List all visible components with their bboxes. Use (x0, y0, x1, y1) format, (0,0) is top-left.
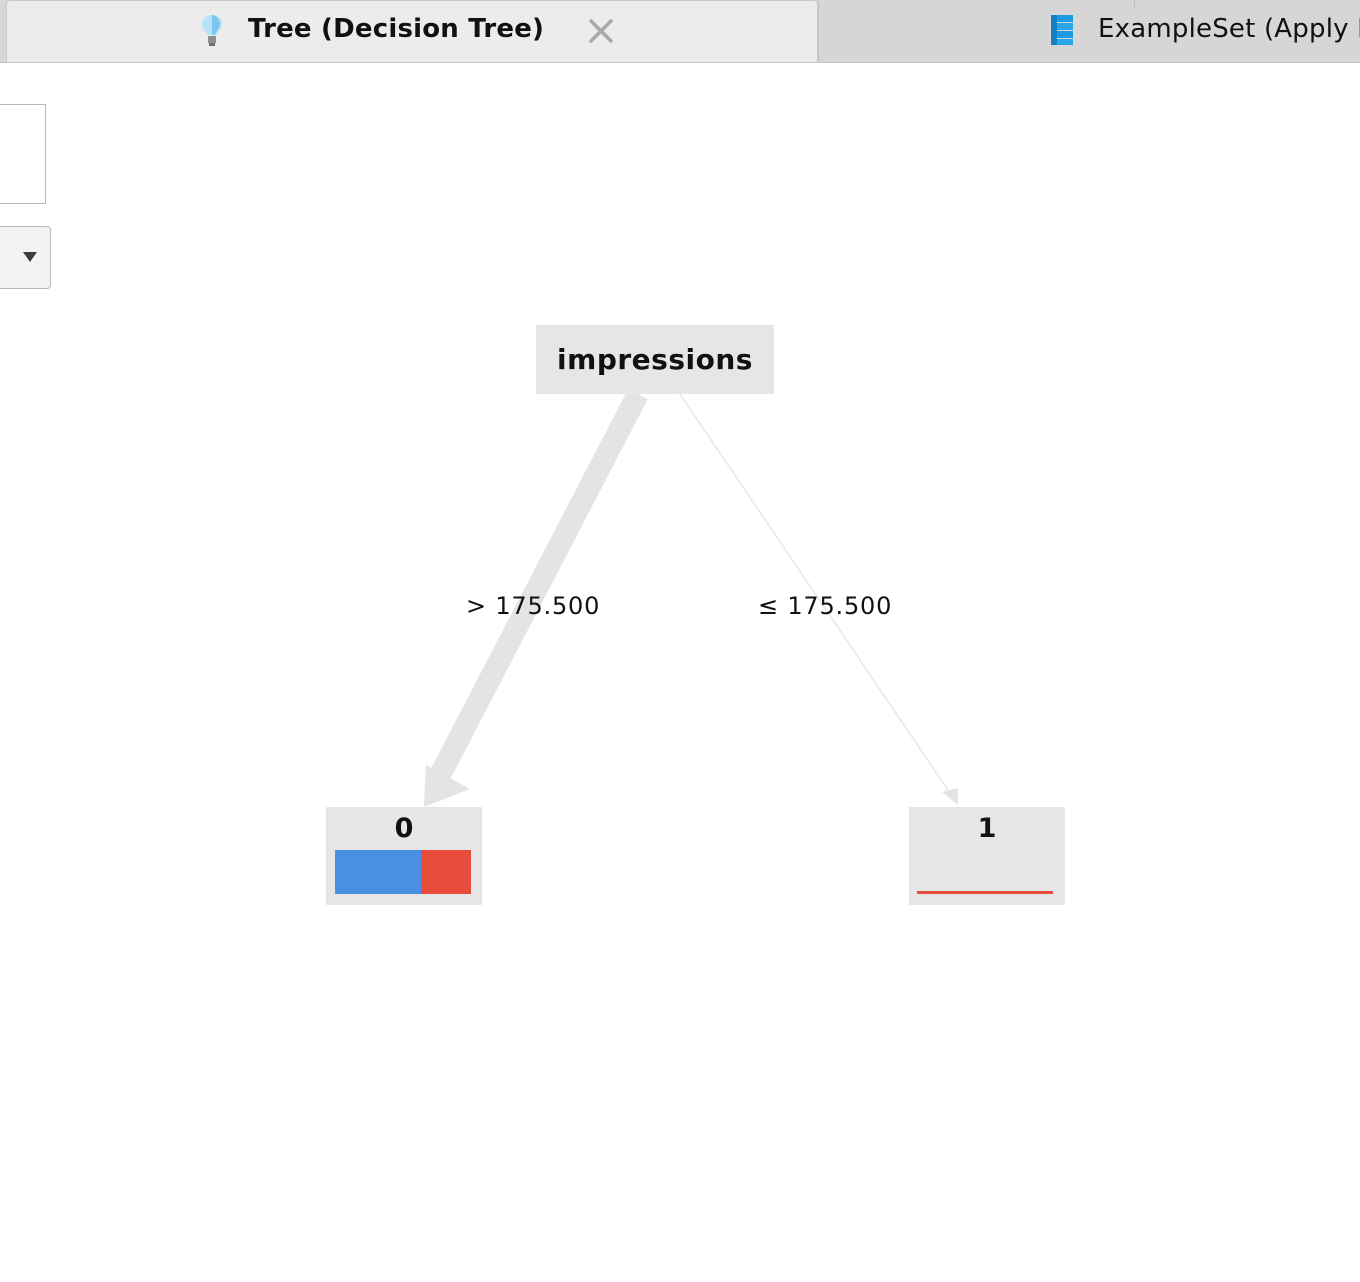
tab-label: ExampleSet (Apply M (1098, 14, 1360, 44)
tree-root-node[interactable]: impressions (536, 325, 774, 394)
leaf-label: 1 (977, 813, 997, 844)
class-b-segment (420, 850, 471, 894)
tab-label: Tree (Decision Tree) (248, 14, 545, 44)
tree-leaf-node[interactable]: 1 (909, 807, 1065, 905)
edge-label-right: ≤ 175.500 (758, 592, 893, 620)
tab-decision-tree[interactable]: Tree (Decision Tree) (6, 0, 818, 62)
edge-right-arrow (942, 788, 958, 805)
class-a-segment (335, 850, 421, 894)
lightbulb-icon (199, 13, 225, 56)
tree-edges (424, 388, 958, 807)
edge-left (428, 388, 648, 785)
root-label: impressions (557, 343, 753, 376)
tree-leaf-node[interactable]: 0 (326, 807, 482, 905)
tab-bar: Tree (Decision Tree) ExampleSet (Apply M (0, 0, 1360, 63)
class-distribution-bar (335, 850, 471, 894)
tab-exampleset[interactable]: ExampleSet (Apply M (818, 0, 1360, 61)
edge-label-left: > 175.500 (466, 592, 601, 620)
class-distribution-line (917, 891, 1053, 894)
leaf-label: 0 (394, 813, 414, 844)
tree-canvas: impressions > 175.500 ≤ 175.500 0 1 (0, 62, 1360, 1282)
database-icon (1049, 14, 1075, 53)
close-icon[interactable] (585, 15, 617, 47)
